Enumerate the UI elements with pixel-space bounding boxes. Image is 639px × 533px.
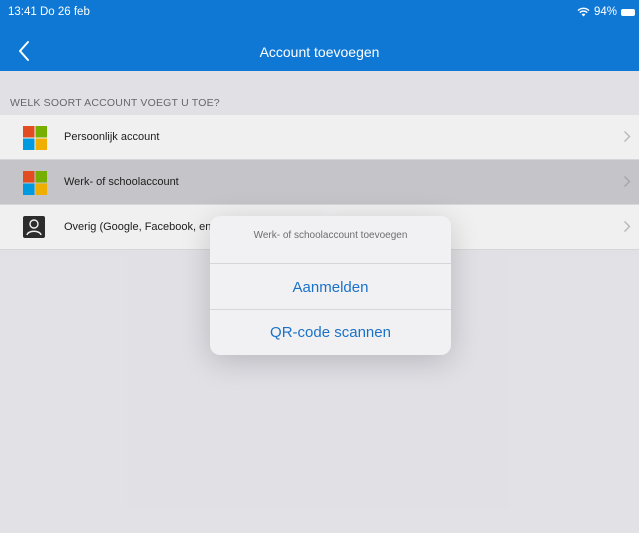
status-right: 94% (577, 6, 635, 18)
status-time: 13:41 Do 26 feb (8, 6, 90, 18)
sign-in-button[interactable]: Aanmelden (210, 279, 451, 296)
microsoft-logo-icon (23, 171, 47, 195)
microsoft-logo-icon (23, 126, 47, 150)
screen: 13:41 Do 26 feb 94% Account toevoegen WE… (0, 0, 639, 533)
popover-title: Werk- of schoolaccount toevoegen (253, 230, 408, 241)
chevron-right-icon (624, 176, 631, 187)
scan-qr-code-button[interactable]: QR-code scannen (210, 324, 451, 341)
battery-icon (621, 8, 635, 16)
chevron-right-icon (624, 131, 631, 142)
list-item-personal-account[interactable]: Persoonlijk account (0, 115, 639, 160)
list-item-work-school-account[interactable]: Werk- of schoolaccount (0, 160, 639, 205)
chevron-right-icon (624, 221, 631, 232)
wifi-icon (577, 7, 590, 17)
divider (210, 263, 451, 264)
status-bar: 13:41 Do 26 feb 94% (0, 0, 639, 22)
action-popover: Werk- of schoolaccount toevoegen Aanmeld… (210, 216, 451, 355)
list-item-label: Werk- of schoolaccount (64, 176, 179, 188)
battery-percent: 94% (593, 6, 617, 18)
page-title: Account toevoegen (259, 44, 380, 60)
list-item-label: Persoonlijk account (64, 131, 160, 143)
divider (210, 309, 451, 310)
list-item-label: Overig (Google, Facebook, enz.) (64, 221, 224, 233)
person-icon (23, 216, 45, 238)
top-bar: 13:41 Do 26 feb 94% Account toevoegen (0, 0, 639, 71)
section-header: WELK SOORT ACCOUNT VOEGT U TOE? (10, 97, 220, 109)
